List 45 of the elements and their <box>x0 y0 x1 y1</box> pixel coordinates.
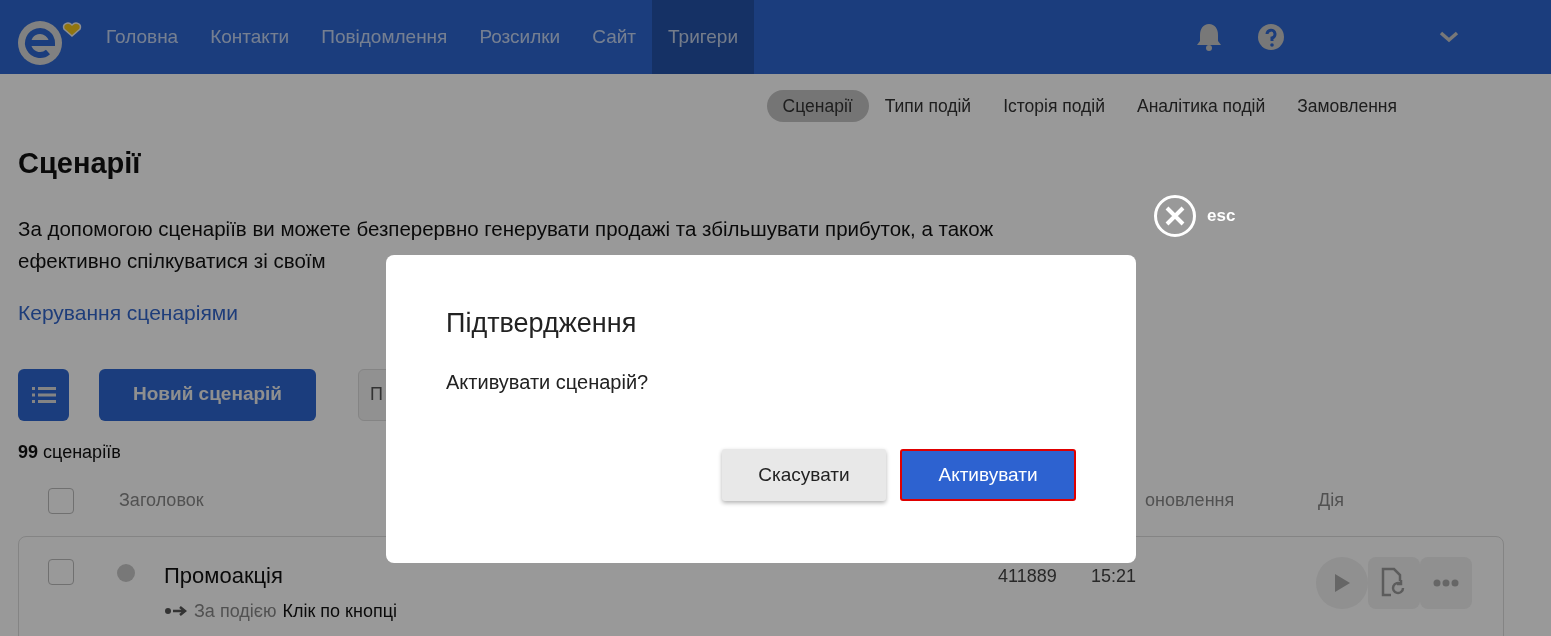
new-scenario-button[interactable]: Новий сценарій <box>99 368 316 421</box>
scenario-title[interactable]: Промоакція <box>164 558 397 592</box>
cancel-button[interactable]: Скасувати <box>722 449 886 502</box>
esc-hint: esc <box>1207 205 1236 228</box>
subnav-tab[interactable]: Замовлення <box>1281 90 1413 123</box>
description-text: За допомогою сценаріїв ви можете безперервно генерувати продажі та збільшувати прибуток, а також <box>18 216 994 243</box>
nav-link[interactable]: Сайт <box>576 0 653 74</box>
page-title: Сценарії <box>18 146 142 182</box>
column-header: оновлення <box>1145 489 1235 513</box>
more-icon <box>1433 578 1459 587</box>
select-all-checkbox[interactable] <box>48 487 74 514</box>
restart-button[interactable] <box>1368 556 1420 609</box>
subnav-tab[interactable]: Аналітика подій <box>1121 90 1282 123</box>
trigger-label: За подією <box>194 599 277 623</box>
chevron-down-icon[interactable] <box>1439 30 1459 44</box>
help-icon[interactable] <box>1257 23 1285 51</box>
trigger-value: Клік по кнопці <box>282 599 397 623</box>
list-view-button[interactable] <box>18 368 69 421</box>
subnav-tab[interactable]: Історія подій <box>987 90 1121 123</box>
document-restart-icon <box>1381 566 1407 599</box>
column-header: Заголовок <box>119 489 204 513</box>
dialog-message: Активувати сценарій? <box>446 370 650 396</box>
subnav-tab[interactable]: Типи подій <box>868 90 988 123</box>
play-icon <box>1333 572 1351 593</box>
nav-link[interactable]: Головна <box>90 0 195 74</box>
nav-link[interactable]: Тригери <box>652 0 755 74</box>
nav-link[interactable]: Повідомлення <box>305 0 464 74</box>
bell-icon[interactable] <box>1195 22 1223 52</box>
scenario-count: 99 <box>18 441 39 462</box>
dialog-title: Підтвердження <box>446 307 638 340</box>
subnav-tab[interactable]: Сценарії <box>766 90 869 123</box>
trigger-arrow-icon <box>164 605 188 618</box>
activate-button[interactable]: Активувати <box>900 449 1076 502</box>
count-label: сценаріїв <box>43 441 121 462</box>
description-text: ефективно спілкуватися зі своїм <box>18 248 326 275</box>
nav-link[interactable]: Розсилки <box>463 0 577 74</box>
list-icon <box>31 385 56 404</box>
manage-scenarios-link[interactable]: Керування сценаріями <box>18 297 238 329</box>
close-icon[interactable] <box>1153 194 1197 238</box>
column-header: Дія <box>1318 489 1344 513</box>
row-checkbox[interactable] <box>48 558 74 585</box>
nav-link[interactable]: Контакти <box>194 0 306 74</box>
more-button[interactable] <box>1420 556 1472 609</box>
table-cell-text: 15:21 <box>1091 564 1137 588</box>
table-cell-text: 411889 <box>998 564 1057 588</box>
